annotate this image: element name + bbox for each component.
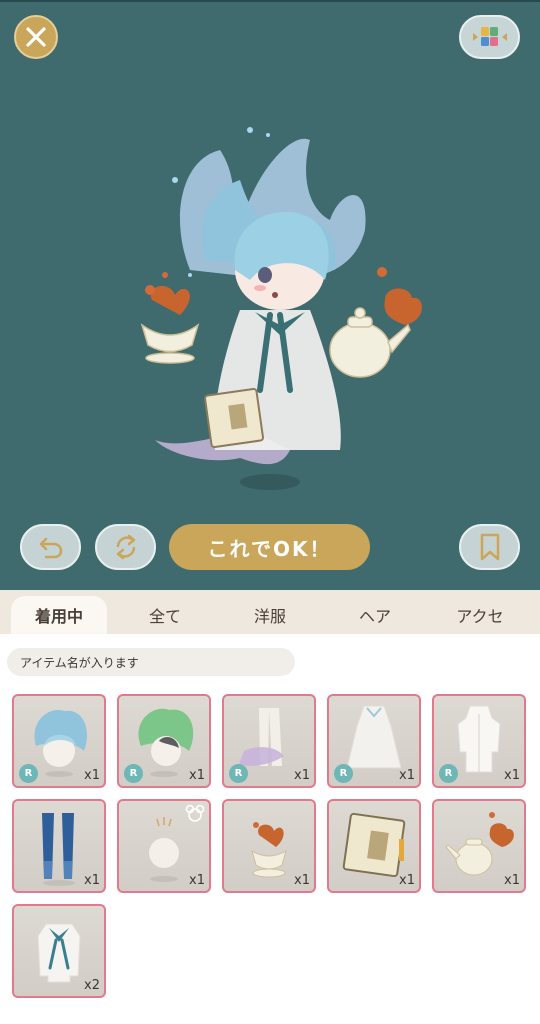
item-slot-bow-shirt[interactable]: x2: [12, 904, 106, 998]
item-quantity: x1: [189, 768, 205, 783]
top-divider: [0, 0, 540, 2]
item-quantity: x1: [504, 768, 520, 783]
avatar-stage: これでOK！: [0, 0, 540, 590]
item-quantity: x1: [504, 873, 520, 888]
category-tabs: 着用中 全て 洋服 ヘア アクセ: [0, 590, 540, 634]
tab-hair[interactable]: ヘア: [327, 596, 423, 634]
item-slot-white-coat[interactable]: R x1: [432, 694, 526, 788]
undo-icon: [39, 537, 62, 559]
bookmark-button[interactable]: [459, 524, 520, 570]
tab-clothes[interactable]: 洋服: [222, 596, 318, 634]
item-quantity: x1: [399, 768, 415, 783]
bookmark-icon: [480, 533, 499, 561]
rarity-badge: R: [334, 764, 353, 783]
rotate-button[interactable]: [95, 524, 156, 570]
item-slot-mermaid-leggings[interactable]: R x1: [222, 694, 316, 788]
undo-button[interactable]: [20, 524, 81, 570]
rarity-badge: R: [124, 764, 143, 783]
item-slot-face-base[interactable]: x1: [117, 799, 211, 893]
item-quantity: x1: [84, 768, 100, 783]
grid-menu-button[interactable]: [459, 15, 520, 59]
tab-wearing[interactable]: 着用中: [11, 596, 107, 634]
item-quantity: x1: [84, 873, 100, 888]
item-slot-teacup[interactable]: x1: [222, 799, 316, 893]
item-name-field: アイテム名が入ります: [7, 648, 295, 676]
item-quantity: x2: [84, 978, 100, 993]
item-slot-teapot[interactable]: x1: [432, 799, 526, 893]
rarity-badge: R: [19, 764, 38, 783]
rotate-icon: [116, 534, 135, 560]
item-quantity: x1: [294, 873, 310, 888]
item-slot-book[interactable]: x1: [327, 799, 421, 893]
rarity-badge: R: [439, 764, 458, 783]
grid-menu-icon: [472, 27, 507, 46]
item-slot-blue-stockings[interactable]: x1: [12, 799, 106, 893]
confirm-ok-button[interactable]: これでOK！: [169, 524, 370, 570]
rarity-badge: R: [229, 764, 248, 783]
close-button[interactable]: [14, 15, 58, 59]
close-icon: [26, 27, 46, 47]
item-quantity: x1: [294, 768, 310, 783]
item-slot-green-hair[interactable]: R x1: [117, 694, 211, 788]
item-slot-sheer-dress[interactable]: R x1: [327, 694, 421, 788]
tab-accessories[interactable]: アクセ: [432, 596, 528, 634]
avatar-character: [140, 127, 423, 490]
item-quantity: x1: [399, 873, 415, 888]
tab-all[interactable]: 全て: [117, 596, 213, 634]
item-slot-blue-hair[interactable]: R x1: [12, 694, 106, 788]
item-quantity: x1: [189, 873, 205, 888]
wardrobe-panel: 着用中 全て 洋服 ヘア アクセ アイテム名が入ります R x1 R x1 R …: [0, 590, 540, 1024]
bear-icon: [185, 804, 205, 822]
